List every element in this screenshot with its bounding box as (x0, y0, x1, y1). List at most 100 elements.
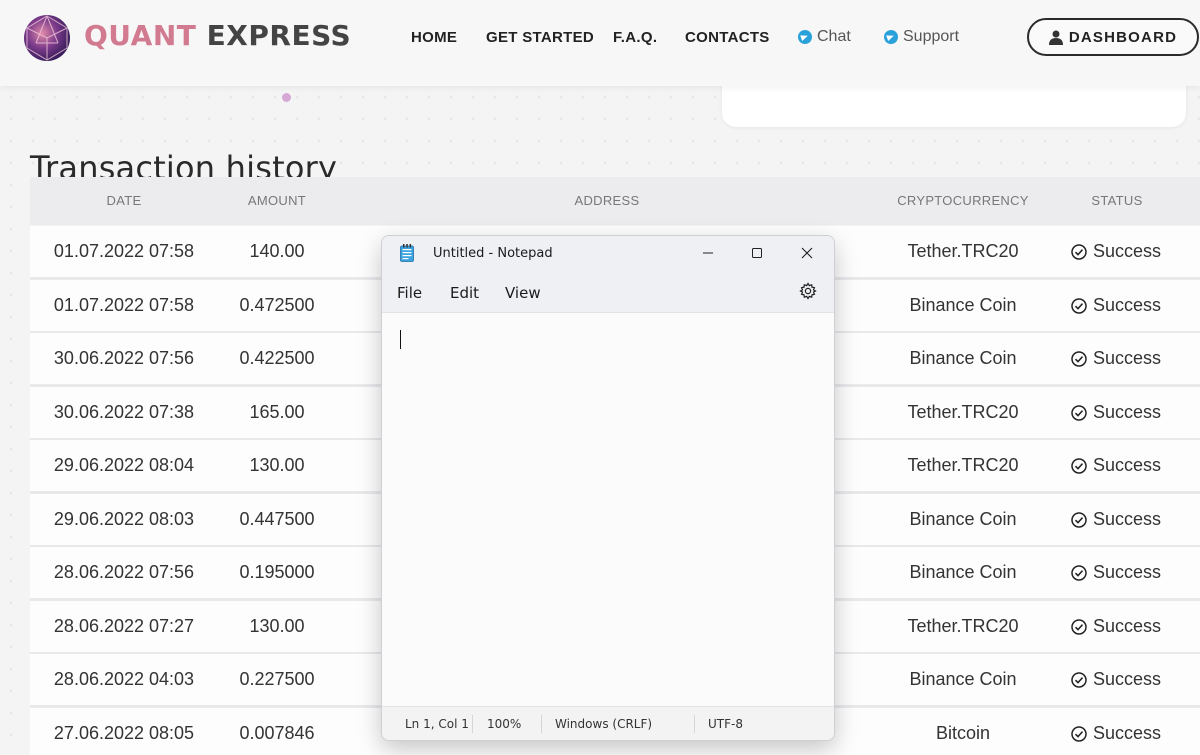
column-header-cryptocurrency: CRYPTOCURRENCY (897, 193, 1029, 208)
cell-status: Success (1071, 455, 1161, 476)
cell-amount: 0.195000 (239, 562, 315, 582)
status-label: Success (1093, 455, 1162, 475)
minimize-icon[interactable] (693, 242, 723, 264)
column-header-amount: AMOUNT (247, 193, 307, 208)
nav-home[interactable]: HOME (411, 29, 457, 46)
cell-amount: 0.007846 (239, 723, 315, 743)
cell-date: 28.06.2022 07:27 (53, 616, 195, 636)
notepad-window[interactable]: Untitled - Notepad File Edit View Ln 1, … (381, 235, 835, 741)
check-circle-icon (1071, 457, 1087, 474)
user-icon (1048, 30, 1063, 45)
status-separator (541, 715, 542, 733)
cell-cryptocurrency: Binance Coin (909, 509, 1017, 529)
cell-cryptocurrency: Binance Coin (909, 295, 1017, 315)
cell-status: Success (1071, 509, 1161, 530)
brand-name[interactable]: QUANT EXPRESS (84, 19, 351, 52)
cell-date: 30.06.2022 07:56 (53, 348, 195, 368)
status-label: Success (1093, 402, 1162, 422)
cell-status: Success (1071, 562, 1161, 583)
gear-icon[interactable] (799, 282, 817, 300)
nav-support[interactable]: Support (884, 28, 959, 46)
nav-chat-label: Chat (817, 28, 851, 45)
notepad-text-area[interactable] (382, 313, 834, 706)
cell-cryptocurrency: Binance Coin (909, 669, 1017, 689)
cell-amount: 130.00 (249, 616, 305, 636)
cell-date: 28.06.2022 04:03 (53, 669, 195, 689)
cell-amount: 0.472500 (239, 295, 315, 315)
status-cursor-position: Ln 1, Col 1 (405, 717, 469, 731)
column-header-status: STATUS (1091, 193, 1143, 208)
text-caret (400, 330, 401, 349)
check-circle-icon (1071, 297, 1087, 314)
cell-amount: 140.00 (249, 241, 305, 261)
status-label: Success (1093, 723, 1162, 743)
notepad-status-bar: Ln 1, Col 1 100% Windows (CRLF) UTF-8 (382, 706, 834, 740)
nav-contacts[interactable]: CONTACTS (685, 29, 770, 46)
cell-amount: 0.447500 (239, 509, 315, 529)
notepad-title: Untitled - Notepad (433, 246, 553, 261)
cell-date: 30.06.2022 07:38 (53, 402, 195, 422)
nav-support-label: Support (903, 28, 960, 45)
check-circle-icon (1071, 243, 1087, 260)
cell-cryptocurrency: Binance Coin (909, 348, 1017, 368)
column-header-address: ADDRESS (574, 193, 640, 208)
status-label: Success (1093, 669, 1162, 689)
cell-status: Success (1071, 241, 1161, 262)
notepad-menu-bar: File Edit View (382, 272, 834, 313)
check-circle-icon (1071, 618, 1087, 635)
cell-cryptocurrency: Tether.TRC20 (907, 616, 1019, 636)
cell-status: Success (1071, 295, 1161, 316)
status-encoding: UTF-8 (708, 717, 743, 731)
menu-file[interactable]: File (397, 284, 422, 302)
cell-date: 01.07.2022 07:58 (53, 295, 195, 315)
cell-date: 29.06.2022 08:04 (53, 455, 195, 475)
brand-name-part1: QUANT (84, 19, 197, 52)
cell-date: 29.06.2022 08:03 (53, 509, 195, 529)
cell-amount: 0.227500 (239, 669, 315, 689)
check-circle-icon (1071, 671, 1087, 688)
status-label: Success (1093, 295, 1162, 315)
nav-faq[interactable]: F.A.Q. (613, 29, 657, 46)
cell-cryptocurrency: Binance Coin (909, 562, 1017, 582)
status-label: Success (1093, 241, 1162, 261)
cell-amount: 130.00 (249, 455, 305, 475)
cell-status: Success (1071, 723, 1161, 744)
status-line-endings: Windows (CRLF) (555, 717, 653, 731)
cell-cryptocurrency: Bitcoin (935, 723, 991, 743)
site-header: QUANT EXPRESS HOME GET STARTED F.A.Q. CO… (0, 0, 1200, 86)
close-icon[interactable] (792, 242, 822, 264)
menu-edit[interactable]: Edit (450, 284, 479, 302)
dashboard-label: DASHBOARD (1068, 28, 1178, 46)
cell-cryptocurrency: Tether.TRC20 (907, 455, 1019, 475)
notepad-title-bar[interactable]: Untitled - Notepad (382, 236, 834, 272)
cell-status: Success (1071, 348, 1161, 369)
dashboard-button[interactable]: DASHBOARD (1027, 18, 1199, 56)
cell-cryptocurrency: Tether.TRC20 (907, 241, 1019, 261)
cell-status: Success (1071, 669, 1161, 690)
table-header: DATE AMOUNT ADDRESS CRYPTOCURRENCY STATU… (30, 177, 1200, 225)
status-separator (472, 715, 473, 733)
cell-date: 28.06.2022 07:56 (53, 562, 195, 582)
cell-amount: 165.00 (249, 402, 305, 422)
check-circle-icon (1071, 564, 1087, 581)
cell-date: 01.07.2022 07:58 (53, 241, 195, 261)
status-separator (694, 715, 695, 733)
cell-cryptocurrency: Tether.TRC20 (907, 402, 1019, 422)
status-label: Success (1093, 616, 1162, 636)
check-circle-icon (1071, 350, 1087, 367)
check-circle-icon (1071, 725, 1087, 742)
status-label: Success (1093, 348, 1162, 368)
column-header-date: DATE (106, 193, 142, 208)
nav-get-started[interactable]: GET STARTED (486, 29, 594, 46)
cell-date: 27.06.2022 08:05 (53, 723, 195, 743)
status-label: Success (1093, 509, 1162, 529)
decorative-dot (282, 93, 291, 102)
logo-icon[interactable] (22, 13, 72, 63)
menu-view[interactable]: View (505, 284, 541, 302)
cell-status: Success (1071, 616, 1161, 637)
maximize-icon[interactable] (742, 242, 772, 264)
check-circle-icon (1071, 511, 1087, 528)
cell-amount: 0.422500 (239, 348, 315, 368)
check-circle-icon (1071, 404, 1087, 421)
nav-chat[interactable]: Chat (798, 28, 851, 46)
